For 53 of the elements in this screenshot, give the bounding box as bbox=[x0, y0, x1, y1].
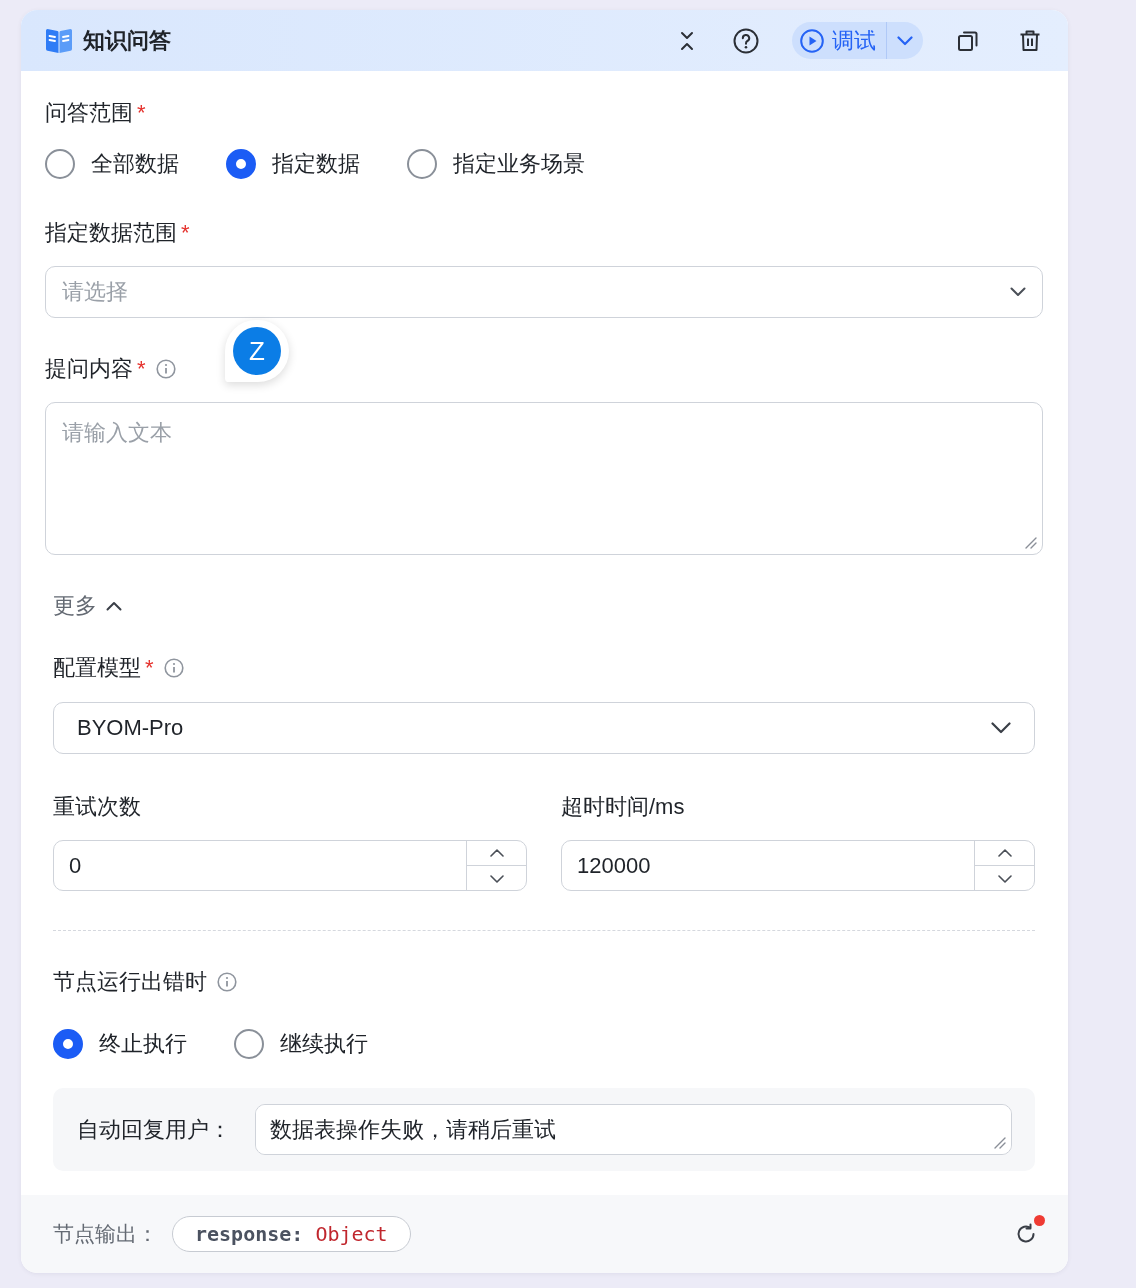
reply-input[interactable]: 数据表操作失败，请稍后重试 bbox=[255, 1104, 1012, 1155]
book-icon bbox=[45, 27, 73, 54]
help-icon[interactable] bbox=[733, 27, 759, 54]
field-label: 提问内容 bbox=[45, 355, 133, 383]
output-label: 节点输出： bbox=[53, 1221, 158, 1247]
resize-handle-icon[interactable] bbox=[994, 1137, 1006, 1149]
more-toggle[interactable]: 更多 bbox=[53, 591, 122, 621]
node-title: 知识问答 bbox=[83, 26, 171, 55]
chevron-up-icon[interactable] bbox=[998, 848, 1012, 857]
radio-button[interactable] bbox=[53, 1029, 83, 1059]
model-select[interactable]: BYOM-Pro bbox=[53, 702, 1035, 754]
field-label: 配置模型 bbox=[53, 654, 141, 682]
required-mark: * bbox=[137, 99, 146, 127]
radio-label[interactable]: 指定数据 bbox=[272, 149, 360, 179]
field-label: 问答范围 bbox=[45, 99, 133, 127]
reply-label: 自动回复用户： bbox=[77, 1115, 232, 1144]
chevron-down-icon[interactable] bbox=[998, 874, 1012, 883]
output-field-name: response: bbox=[195, 1222, 304, 1246]
field-label: 指定数据范围 bbox=[45, 219, 177, 247]
chevron-up-icon bbox=[106, 601, 122, 611]
chevron-up-icon[interactable] bbox=[490, 848, 504, 857]
radio-label[interactable]: 全部数据 bbox=[91, 149, 179, 179]
chevron-down-icon bbox=[991, 722, 1011, 734]
radio-button[interactable] bbox=[45, 149, 75, 179]
info-icon[interactable] bbox=[217, 972, 237, 992]
info-icon[interactable] bbox=[163, 658, 184, 678]
radio-button[interactable] bbox=[226, 149, 256, 179]
question-input[interactable]: 请输入文本 bbox=[45, 402, 1043, 555]
radio-label[interactable]: 指定业务场景 bbox=[453, 149, 585, 179]
output-field-type: Object bbox=[315, 1222, 388, 1246]
number-input[interactable]: 120000 bbox=[561, 840, 1035, 891]
radio-button[interactable] bbox=[407, 149, 437, 179]
resize-handle-icon[interactable] bbox=[1025, 537, 1037, 549]
radio-label[interactable]: 终止执行 bbox=[99, 1029, 187, 1059]
chevron-down-icon bbox=[1010, 287, 1026, 297]
play-icon bbox=[800, 28, 824, 53]
required-mark: * bbox=[145, 654, 154, 682]
number-input[interactable]: 0 bbox=[53, 840, 527, 891]
required-mark: * bbox=[137, 355, 146, 383]
trash-icon[interactable] bbox=[1018, 28, 1042, 53]
radio-label[interactable]: 继续执行 bbox=[280, 1029, 368, 1059]
field-label: 节点运行出错时 bbox=[53, 968, 207, 996]
required-mark: * bbox=[181, 219, 190, 247]
data-scope-select[interactable]: 请选择 bbox=[45, 266, 1043, 318]
dropdown-button[interactable] bbox=[886, 22, 923, 59]
debug-button[interactable]: 调试 bbox=[792, 22, 886, 59]
chevron-down-icon[interactable] bbox=[490, 874, 504, 883]
assistant-button[interactable]: Z bbox=[225, 320, 289, 382]
info-icon[interactable] bbox=[155, 359, 176, 379]
field-label: 重试次数 bbox=[53, 793, 141, 821]
field-label: 超时时间/ms bbox=[561, 793, 685, 821]
chevron-down-icon bbox=[897, 35, 913, 46]
radio-button[interactable] bbox=[234, 1029, 264, 1059]
